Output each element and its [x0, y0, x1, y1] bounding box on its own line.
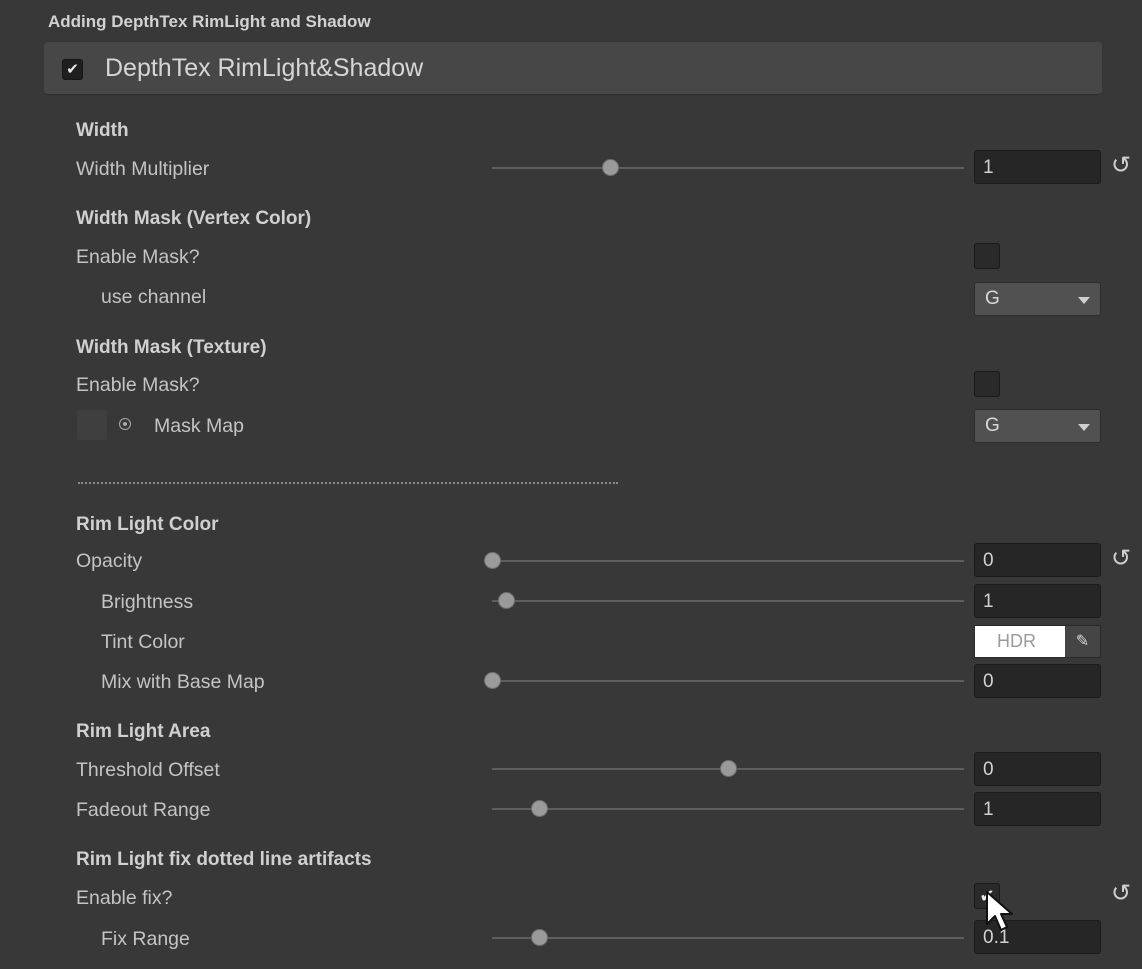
feature-header-label: DepthTex RimLight&Shadow [105, 54, 424, 82]
brightness-slider-track[interactable] [492, 600, 964, 602]
width-multiplier-slider-handle[interactable] [601, 159, 619, 176]
object-picker-icon[interactable] [119, 418, 131, 430]
chevron-down-icon [1078, 424, 1090, 431]
texture-enable-mask-label: Enable Mask? [76, 374, 200, 396]
opacity-slider-handle[interactable] [483, 552, 501, 569]
fix-range-label: Fix Range [101, 928, 190, 950]
tint-color-swatch[interactable]: HDR ✎ [974, 625, 1101, 658]
fadeout-range-field[interactable]: 1 [974, 792, 1101, 826]
mask-map-label: Mask Map [154, 415, 244, 437]
mouse-cursor-icon [986, 891, 1013, 931]
vertex-enable-mask-checkbox[interactable] [974, 243, 1000, 269]
fadeout-range-slider-track[interactable] [492, 808, 964, 810]
opacity-label: Opacity [76, 550, 143, 572]
brightness-field[interactable]: 1 [974, 584, 1101, 618]
width-multiplier-label: Width Multiplier [76, 158, 210, 180]
opacity-slider-track[interactable] [492, 560, 964, 562]
width-multiplier-field[interactable]: 1 [974, 150, 1101, 184]
use-channel-label: use channel [101, 286, 207, 308]
mask-map-channel-value: G [985, 415, 1000, 436]
rim-light-area-heading: Rim Light Area [76, 721, 211, 742]
mix-base-map-field[interactable]: 0 [974, 664, 1101, 698]
reset-icon[interactable]: ↺ [1111, 882, 1131, 906]
feature-header[interactable]: ✔ DepthTex RimLight&Shadow [44, 42, 1102, 95]
separator [78, 482, 618, 484]
texture-enable-mask-checkbox[interactable] [974, 371, 1000, 397]
rim-light-color-heading: Rim Light Color [76, 514, 219, 535]
reset-icon[interactable]: ↺ [1111, 154, 1131, 178]
brightness-slider-handle[interactable] [497, 592, 515, 609]
rim-light-fix-heading: Rim Light fix dotted line artifacts [76, 849, 372, 870]
threshold-offset-slider-handle[interactable] [719, 760, 737, 777]
opacity-field[interactable]: 0 [974, 543, 1101, 577]
chevron-down-icon [1078, 297, 1090, 304]
fadeout-range-label: Fadeout Range [76, 799, 211, 821]
mask-map-channel-dropdown[interactable]: G [974, 409, 1101, 443]
vertex-enable-mask-label: Enable Mask? [76, 246, 200, 268]
mix-base-map-label: Mix with Base Map [101, 671, 265, 693]
width-mask-texture-heading: Width Mask (Texture) [76, 337, 267, 358]
enable-fix-label: Enable fix? [76, 887, 173, 909]
mix-base-map-slider-handle[interactable] [483, 672, 501, 689]
fadeout-range-slider-handle[interactable] [530, 800, 548, 817]
threshold-offset-field[interactable]: 0 [974, 752, 1101, 786]
tint-color-label: Tint Color [101, 631, 185, 653]
threshold-offset-label: Threshold Offset [76, 759, 220, 781]
use-channel-value: G [985, 288, 1000, 309]
feature-enable-checkbox[interactable]: ✔ [62, 59, 83, 80]
mix-base-map-slider-track[interactable] [492, 680, 964, 682]
fix-range-slider-track[interactable] [492, 937, 964, 939]
width-mask-vertex-heading: Width Mask (Vertex Color) [76, 208, 312, 229]
use-channel-dropdown[interactable]: G [974, 282, 1101, 316]
fix-range-slider-handle[interactable] [530, 929, 548, 946]
reset-icon[interactable]: ↺ [1111, 547, 1131, 571]
section-title: Adding DepthTex RimLight and Shadow [48, 12, 371, 31]
eyedropper-icon[interactable]: ✎ [1065, 626, 1100, 657]
width-heading: Width [76, 120, 129, 141]
brightness-label: Brightness [101, 591, 194, 613]
hdr-label: HDR [997, 631, 1036, 651]
mask-map-texture-slot[interactable] [77, 410, 107, 440]
width-multiplier-slider-track[interactable] [492, 167, 964, 169]
